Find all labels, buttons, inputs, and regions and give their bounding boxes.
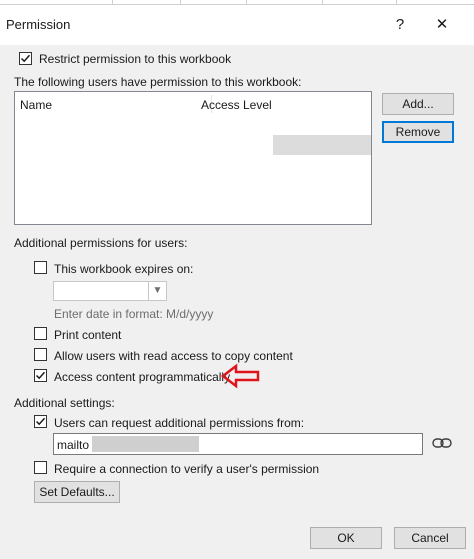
restrict-permission-checkbox[interactable] [19, 52, 32, 65]
help-button[interactable]: ? [386, 13, 414, 37]
expiry-date-picker[interactable]: ▼ [53, 281, 167, 301]
print-content-checkbox[interactable] [34, 327, 47, 340]
add-user-button[interactable]: Add... [382, 93, 454, 115]
remove-user-button-label: Remove [395, 125, 441, 139]
remove-user-button[interactable]: Remove [382, 121, 454, 143]
print-content-label: Print content [54, 328, 122, 342]
copy-content-label: Allow users with read access to copy con… [54, 349, 293, 363]
cancel-button-label: Cancel [411, 531, 449, 545]
selected-row-highlight[interactable] [273, 135, 371, 155]
ok-button-label: OK [337, 531, 355, 545]
access-programmatically-label: Access content programmatically [54, 370, 231, 384]
column-header-name[interactable]: Name [20, 98, 52, 112]
red-arrow-annotation-icon [220, 363, 260, 389]
link-icon[interactable] [432, 436, 452, 450]
checkmark-icon [35, 371, 46, 380]
ok-button[interactable]: OK [310, 527, 382, 549]
chevron-down-icon[interactable]: ▼ [148, 282, 166, 300]
set-defaults-button-label: Set Defaults... [39, 485, 115, 499]
restrict-permission-label: Restrict permission to this workbook [39, 52, 232, 66]
copy-content-checkbox[interactable] [34, 348, 47, 361]
users-list[interactable]: Name Access Level [14, 91, 372, 225]
additional-permissions-heading: Additional permissions for users: [14, 236, 188, 250]
users-caption: The following users have permission to t… [14, 75, 302, 89]
request-permissions-checkbox[interactable] [34, 415, 47, 428]
cancel-button[interactable]: Cancel [394, 527, 466, 549]
additional-settings-heading: Additional settings: [14, 396, 115, 410]
date-format-hint: Enter date in format: M/d/yyyy [54, 307, 214, 321]
column-header-access-level[interactable]: Access Level [201, 98, 272, 112]
request-permissions-value: mailto [57, 438, 90, 452]
permission-dialog: Permission ? ✕ Restrict permission to th… [0, 5, 474, 559]
set-defaults-button[interactable]: Set Defaults... [34, 481, 120, 503]
dialog-title: Permission [6, 17, 71, 32]
expires-checkbox[interactable] [34, 261, 47, 274]
add-user-button-label: Add... [402, 97, 434, 111]
title-bar: Permission ? ✕ [0, 5, 474, 45]
request-permissions-field[interactable]: mailto [53, 433, 423, 455]
access-programmatically-checkbox[interactable] [34, 369, 47, 382]
checkmark-icon [20, 54, 31, 63]
verify-connection-checkbox[interactable] [34, 461, 47, 474]
verify-connection-label: Require a connection to verify a user's … [54, 462, 320, 476]
expires-label: This workbook expires on: [54, 262, 194, 276]
close-button[interactable]: ✕ [428, 13, 456, 37]
checkmark-icon [35, 417, 46, 426]
redacted-address [92, 436, 199, 452]
dialog-footer: OK Cancel [0, 515, 474, 559]
request-permissions-label: Users can request additional permissions… [54, 416, 305, 430]
